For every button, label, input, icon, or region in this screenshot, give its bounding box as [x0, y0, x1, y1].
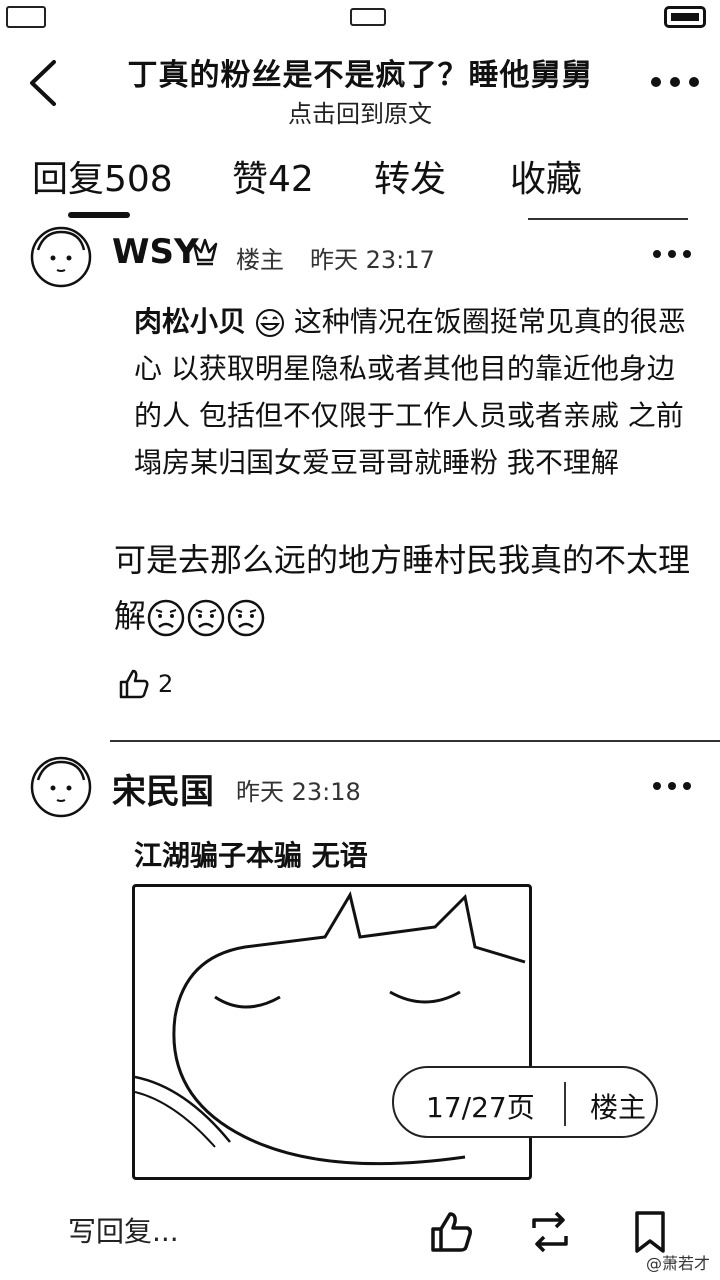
- quoted-text: 江湖骗子本骗 无语: [134, 839, 368, 872]
- avatar[interactable]: [30, 756, 92, 818]
- like-count: 2: [158, 670, 174, 698]
- bottom-bar: 写回复... @萧若才: [0, 1190, 720, 1280]
- watermark: @萧若才: [645, 1254, 710, 1273]
- username[interactable]: 宋民国: [112, 764, 214, 813]
- more-icon[interactable]: [652, 248, 692, 260]
- active-tab-indicator: [68, 212, 130, 218]
- quoted-reply: 肉松小贝 这种情况在饭圈挺常见真的很恶心 以获取明星隐私或者其他目的靠近他身边的…: [134, 298, 694, 486]
- tab-bar: 回复508 赞42 转发 收藏: [0, 150, 720, 220]
- back-to-original-link[interactable]: 点击回到原文: [100, 94, 620, 129]
- post-time: 昨天 23:17: [310, 246, 435, 274]
- divider: [528, 218, 688, 220]
- more-icon[interactable]: [652, 780, 692, 792]
- more-icon[interactable]: [650, 74, 700, 90]
- quoted-username[interactable]: 肉松小贝: [134, 305, 246, 338]
- reply-input[interactable]: 写回复...: [68, 1210, 368, 1250]
- back-icon[interactable]: [24, 58, 64, 108]
- sad-emoji: [147, 599, 185, 637]
- status-icon: [6, 6, 46, 28]
- owner-tag: 楼主: [236, 246, 284, 274]
- tab-replies[interactable]: 回复508: [32, 150, 173, 202]
- page-navigator: 17/27页 楼主: [392, 1066, 658, 1138]
- status-bar: [0, 0, 720, 36]
- battery-icon: [664, 6, 706, 28]
- reply-post: WSY 楼主 昨天 23:17 肉松小贝 这种情况在饭圈挺常见真的很恶心 以获取…: [0, 222, 720, 742]
- reply-content: 可是去那么远的地方睡村民我真的不太理解: [114, 532, 694, 644]
- avatar[interactable]: [30, 226, 92, 288]
- page-indicator[interactable]: 17/27页: [426, 1086, 535, 1126]
- divider: [564, 1082, 566, 1126]
- status-icon: [350, 8, 386, 26]
- thumbs-up-icon[interactable]: [430, 1210, 474, 1254]
- username[interactable]: WSY: [112, 232, 199, 272]
- post-time: 昨天 23:18: [236, 778, 361, 806]
- bookmark-icon[interactable]: [628, 1210, 672, 1254]
- tab-favorites[interactable]: 收藏: [510, 150, 582, 202]
- thumbs-up-icon: [119, 669, 149, 699]
- top-header: 丁真的粉丝是不是疯了？睡他舅舅 点击回到原文: [0, 36, 720, 136]
- sad-emoji: [187, 599, 225, 637]
- page-title: 丁真的粉丝是不是疯了？睡他舅舅: [127, 58, 593, 93]
- post-divider: [110, 740, 720, 742]
- retweet-icon[interactable]: [528, 1210, 572, 1254]
- like-button[interactable]: 2: [118, 668, 173, 704]
- crown-icon: [192, 238, 218, 266]
- owner-only-button[interactable]: 楼主: [590, 1086, 646, 1126]
- sad-emoji: [227, 599, 265, 637]
- tab-reposts[interactable]: 转发: [374, 150, 446, 202]
- grin-emoji: [255, 309, 284, 337]
- tab-likes[interactable]: 赞42: [232, 150, 314, 202]
